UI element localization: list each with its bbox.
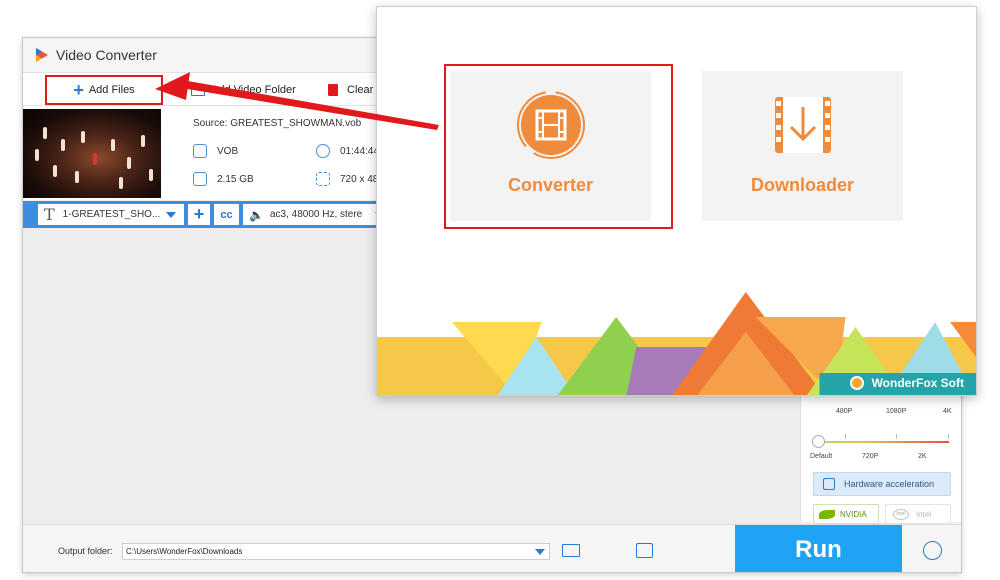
intel-button[interactable]: intel Intel	[885, 504, 951, 524]
quality-label-4k: 4K	[943, 408, 952, 415]
launcher-window: Converter Downloader WonderFox Soft	[376, 6, 977, 396]
duration-value: 01:44:44	[340, 145, 379, 157]
size-value: 2.15 GB	[217, 173, 254, 185]
audio-dropdown[interactable]: 🔈 ac3, 48000 Hz, stere	[243, 204, 393, 225]
format-info: VOB	[193, 144, 238, 158]
resolution-info: 720 x 48	[316, 172, 378, 186]
brand-label: WonderFox Soft	[849, 373, 964, 393]
subtitle-dropdown[interactable]: T 1-GREATEST_SHO...	[38, 204, 184, 225]
chevron-down-icon	[166, 212, 176, 218]
clock-icon	[316, 144, 330, 158]
video-thumbnail	[23, 109, 161, 198]
video-format-icon	[193, 144, 207, 158]
hardware-acceleration-label: Hardware acceleration	[844, 479, 935, 489]
text-icon: T	[44, 205, 55, 224]
brand-text: WonderFox Soft	[871, 376, 964, 390]
file-size-icon	[193, 172, 207, 186]
wonderfox-logo-icon	[849, 376, 864, 390]
hardware-acceleration-button[interactable]: Hardware acceleration	[813, 472, 951, 496]
intel-label: Intel	[916, 509, 932, 519]
add-video-folder-label: Add Video Folder	[211, 84, 296, 96]
download-film-icon	[775, 97, 831, 153]
alarm-clock-icon[interactable]	[923, 541, 942, 560]
speaker-icon: 🔈	[249, 207, 264, 222]
chevron-down-icon[interactable]	[535, 549, 545, 555]
quality-slider-track[interactable]	[819, 441, 949, 443]
nvidia-logo-icon	[819, 510, 835, 519]
clear-button[interactable]: Clear	[328, 73, 373, 107]
bottom-bar: Output folder: C:\Users\WonderFox\Downlo…	[23, 524, 961, 572]
quality-label-1080p: 1080P	[886, 408, 907, 415]
nvidia-button[interactable]: NVIDIA	[813, 504, 879, 524]
folder-icon	[191, 84, 205, 96]
quality-label-2k: 2K	[918, 453, 927, 460]
add-files-button[interactable]: + Add Files	[45, 75, 163, 105]
quality-label-480p: 480P	[836, 408, 853, 415]
plus-icon: +	[193, 204, 205, 224]
size-info: 2.15 GB	[193, 172, 254, 186]
audio-value: ac3, 48000 Hz, stere	[269, 209, 363, 220]
quality-slider-handle[interactable]	[812, 435, 825, 448]
source-filename: Source: GREATEST_SHOWMAN.vob	[193, 118, 362, 129]
converter-highlight-box	[444, 64, 673, 229]
intel-logo-icon: intel	[893, 509, 909, 520]
cc-icon: cc	[220, 208, 233, 221]
resolution-value: 720 x 48	[340, 173, 379, 185]
preview-icon[interactable]	[636, 543, 653, 558]
subtitle-value: 1-GREATEST_SHO...	[62, 209, 161, 220]
format-value: VOB	[217, 145, 239, 157]
add-subtitle-button[interactable]: +	[188, 204, 210, 225]
trash-icon	[328, 84, 338, 96]
add-video-folder-button[interactable]: Add Video Folder	[191, 73, 296, 107]
quality-label-default: Default	[810, 453, 833, 460]
run-button[interactable]: Run	[735, 525, 902, 572]
cc-button[interactable]: cc	[214, 204, 239, 225]
downloader-label: Downloader	[750, 175, 854, 195]
quality-panel: 480P 1080P 4K Default 720P 2K Hardware a…	[800, 390, 961, 524]
window-title: Video Converter	[56, 47, 157, 63]
nvidia-label: NVIDIA	[840, 509, 867, 519]
output-folder-label: Output folder:	[58, 546, 113, 556]
duration-info: 01:44:44	[316, 144, 379, 158]
downloader-tile[interactable]: Downloader	[702, 71, 903, 221]
chip-icon	[823, 478, 835, 490]
open-folder-icon[interactable]	[562, 544, 580, 557]
output-folder-input[interactable]: C:\Users\WonderFox\Downloads	[122, 543, 550, 560]
resolution-icon	[316, 172, 330, 186]
app-logo-icon	[36, 48, 48, 62]
quality-label-720p: 720P	[862, 453, 879, 460]
clear-label: Clear	[347, 84, 374, 96]
plus-icon: +	[73, 80, 84, 100]
add-files-label: Add Files	[88, 84, 135, 96]
